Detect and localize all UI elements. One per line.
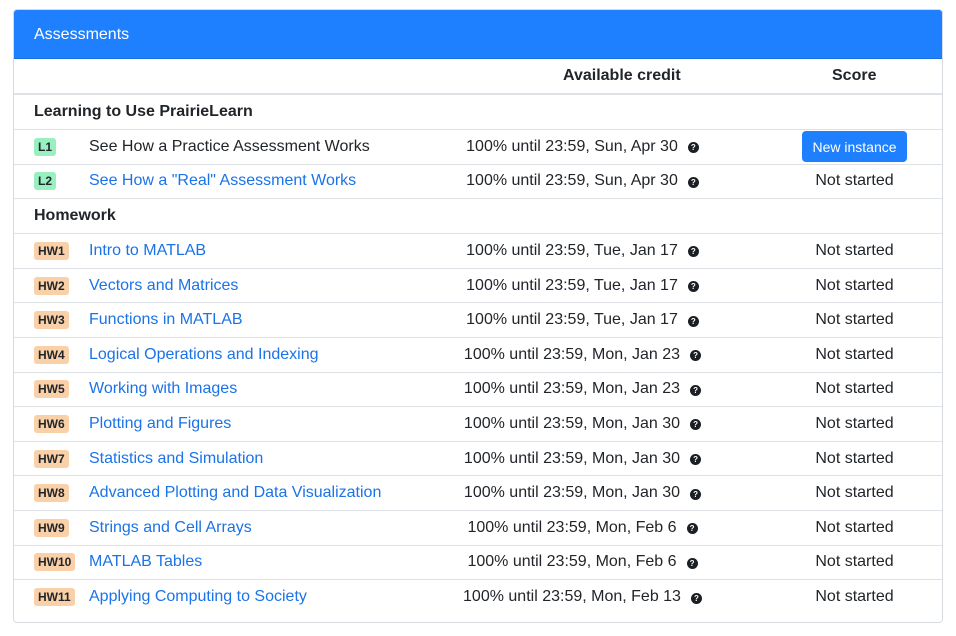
available-credit: 100% until 23:59, Mon, Jan 23?	[384, 346, 781, 364]
available-credit: 100% until 23:59, Sun, Apr 30?	[384, 172, 781, 190]
score-status: Not started	[815, 588, 894, 606]
table-row: L1 See How a Practice Assessment Works 100…	[14, 130, 942, 165]
credit-text: 100% until 23:59, Mon, Jan 30	[463, 414, 681, 432]
available-credit: 100% until 23:59, Sun, Apr 30?	[384, 138, 781, 156]
score-status: Not started	[815, 414, 894, 432]
assessment-link[interactable]: Working with Images	[89, 380, 237, 398]
question-circle-icon[interactable]: ?	[687, 176, 699, 188]
score-status: Not started	[815, 172, 894, 190]
score-status: Not started	[815, 241, 894, 259]
new-instance-button[interactable]: New instance	[802, 131, 907, 163]
question-circle-icon[interactable]: ?	[690, 454, 702, 466]
table-row: HW2 Vectors and Matrices 100% until 23:59,…	[14, 269, 942, 304]
assessment-badge: HW9	[34, 518, 69, 537]
score-status: Not started	[815, 518, 894, 536]
assessment-badge: L2	[34, 172, 57, 191]
score-status: Not started	[815, 380, 894, 398]
available-credit: 100% until 23:59, Mon, Jan 30?	[384, 484, 781, 502]
assessment-badge: HW1	[34, 241, 69, 260]
table-row: HW7 Statistics and Simulation 100% until 2…	[14, 442, 942, 477]
question-circle-icon[interactable]: ?	[687, 246, 699, 258]
available-credit: 100% until 23:59, Mon, Feb 13?	[384, 588, 781, 606]
available-credit: 100% until 23:59, Tue, Jan 17?	[384, 277, 781, 295]
credit-text: 100% until 23:59, Mon, Jan 30	[463, 449, 681, 467]
credit-text: 100% until 23:59, Mon, Jan 30	[463, 484, 681, 502]
assessment-link[interactable]: Advanced Plotting and Data Visualization	[89, 484, 381, 502]
assessment-title: See How a Practice Assessment Works	[89, 137, 370, 155]
assessment-link[interactable]: See How a "Real" Assessment Works	[89, 172, 356, 190]
assessment-link[interactable]: MATLAB Tables	[89, 553, 202, 571]
question-circle-icon[interactable]: ?	[690, 592, 702, 604]
credit-text: 100% until 23:59, Mon, Feb 13	[463, 588, 681, 606]
question-circle-icon[interactable]: ?	[690, 384, 702, 396]
table-row: HW8 Advanced Plotting and Data Visualizat…	[14, 476, 942, 511]
credit-text: 100% until 23:59, Tue, Jan 17	[466, 276, 678, 294]
question-circle-icon[interactable]: ?	[687, 281, 699, 293]
column-header-credit: Available credit	[563, 67, 681, 84]
assessment-link[interactable]: Functions in MATLAB	[89, 311, 243, 329]
question-circle-icon[interactable]: ?	[687, 142, 699, 154]
question-circle-icon[interactable]: ?	[686, 557, 698, 569]
available-credit: 100% until 23:59, Mon, Feb 6?	[384, 553, 781, 571]
table-row: HW1 Intro to MATLAB 100% until 23:59, Tue,…	[14, 234, 942, 269]
assessment-badge: HW7	[34, 449, 69, 468]
credit-text: 100% until 23:59, Mon, Jan 23	[463, 380, 681, 398]
available-credit: 100% until 23:59, Tue, Jan 17?	[384, 311, 781, 329]
assessment-link[interactable]: Plotting and Figures	[89, 415, 231, 433]
group-heading: Homework	[14, 199, 942, 235]
question-circle-icon[interactable]: ?	[690, 488, 702, 500]
card-header-title: Assessments	[14, 10, 942, 59]
table-header: Available credit Score	[14, 59, 942, 95]
question-circle-icon[interactable]: ?	[687, 315, 699, 327]
table-row: HW3 Functions in MATLAB 100% until 23:59, …	[14, 303, 942, 338]
group-heading: Learning to Use PrairieLearn	[14, 95, 942, 130]
table-row: HW9 Strings and Cell Arrays 100% until 23:…	[14, 511, 942, 546]
assessment-badge: HW2	[34, 276, 69, 295]
credit-text: 100% until 23:59, Sun, Apr 30	[466, 172, 678, 190]
assessments-card: Assessments Available credit Score Learn…	[13, 9, 943, 623]
available-credit: 100% until 23:59, Tue, Jan 17?	[384, 242, 781, 260]
assessment-badge: HW10	[34, 553, 76, 572]
table-row: HW4 Logical Operations and Indexing 100% u…	[14, 338, 942, 373]
column-header-score: Score	[832, 67, 877, 84]
assessment-link[interactable]: Logical Operations and Indexing	[89, 346, 319, 364]
score-status: Not started	[815, 449, 894, 467]
assessment-badge: HW6	[34, 414, 69, 433]
score-status: Not started	[815, 345, 894, 363]
question-circle-icon[interactable]: ?	[686, 523, 698, 535]
assessment-link[interactable]: Statistics and Simulation	[89, 450, 263, 468]
question-circle-icon[interactable]: ?	[690, 419, 702, 431]
assessment-link[interactable]: Strings and Cell Arrays	[89, 519, 252, 537]
assessment-badge: L1	[34, 137, 57, 156]
credit-text: 100% until 23:59, Sun, Apr 30	[466, 137, 678, 155]
score-status: Not started	[815, 311, 894, 329]
table-row: L2 See How a "Real" Assessment Works 100% …	[14, 165, 942, 200]
available-credit: 100% until 23:59, Mon, Jan 30?	[384, 415, 781, 433]
assessment-badge: HW5	[34, 380, 69, 399]
score-status: Not started	[815, 484, 894, 502]
table-row: HW5 Working with Images 100% until 23:59, …	[14, 373, 942, 408]
question-circle-icon[interactable]: ?	[690, 350, 702, 362]
credit-text: 100% until 23:59, Mon, Jan 23	[463, 345, 681, 363]
assessment-badge: HW3	[34, 311, 69, 330]
assessment-link[interactable]: Intro to MATLAB	[89, 242, 206, 260]
assessment-link[interactable]: Vectors and Matrices	[89, 277, 238, 295]
available-credit: 100% until 23:59, Mon, Jan 23?	[384, 380, 781, 398]
assessment-badge: HW4	[34, 345, 69, 364]
available-credit: 100% until 23:59, Mon, Jan 30?	[384, 450, 781, 468]
table-row: HW6 Plotting and Figures 100% until 23:59,…	[14, 407, 942, 442]
table-row: HW10 MATLAB Tables 100% until 23:59, Mon, …	[14, 546, 942, 581]
credit-text: 100% until 23:59, Tue, Jan 17	[466, 241, 678, 259]
assessment-link[interactable]: Applying Computing to Society	[89, 588, 307, 606]
credit-text: 100% until 23:59, Mon, Feb 6	[467, 553, 677, 571]
available-credit: 100% until 23:59, Mon, Feb 6?	[384, 519, 781, 537]
score-status: Not started	[815, 553, 894, 571]
assessments-table-body: Learning to Use PrairieLearn L1 See How a …	[14, 95, 942, 615]
credit-text: 100% until 23:59, Mon, Feb 6	[467, 518, 677, 536]
score-status: Not started	[815, 276, 894, 294]
table-row: HW11 Applying Computing to Society 100% un…	[14, 580, 942, 615]
credit-text: 100% until 23:59, Tue, Jan 17	[466, 311, 678, 329]
assessment-badge: HW11	[34, 588, 75, 607]
assessment-badge: HW8	[34, 484, 69, 503]
